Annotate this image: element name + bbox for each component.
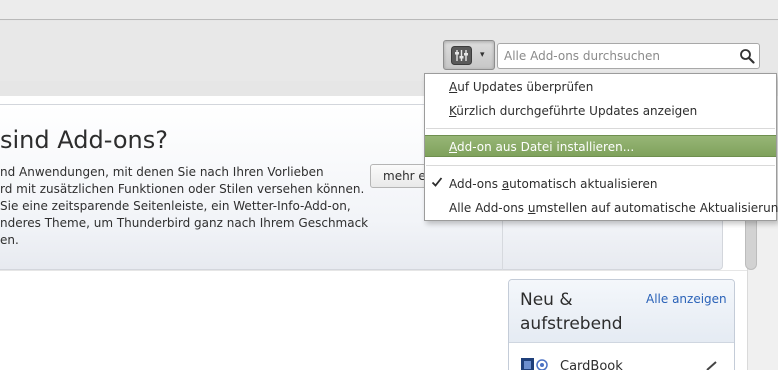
addon-tools-button[interactable]: ▾ bbox=[443, 40, 495, 70]
menu-item-auto-update[interactable]: Add-ons automatisch aktualisieren bbox=[425, 173, 776, 195]
menu-item-label: Kürzlich durchgeführte Updates anzeigen bbox=[449, 104, 698, 118]
chevron-down-icon: ▾ bbox=[480, 50, 485, 60]
addon-tools-gear-icon bbox=[451, 46, 472, 65]
hero-text-line: rd mit zusätzlichen Funktionen oder Stil… bbox=[0, 182, 365, 196]
window-top-band bbox=[0, 0, 778, 20]
hero-text-line: Sie eine zeitsparende Seitenleiste, ein … bbox=[0, 199, 351, 213]
menu-item-recent-updates[interactable]: Kürzlich durchgeführte Updates anzeigen bbox=[425, 100, 776, 122]
search-icon[interactable] bbox=[739, 48, 755, 64]
hero-title: sind Add-ons? bbox=[0, 126, 168, 154]
menu-item-install-from-file[interactable]: Add-on aus Datei installieren... bbox=[425, 135, 776, 157]
menu-item-label: Alle Add-ons umstellen auf automatische … bbox=[449, 201, 778, 215]
hero-text-line: nd Anwendungen, mit denen Sie nach Ihren… bbox=[0, 165, 324, 179]
menu-item-check-updates[interactable]: Auf Updates überprüfen bbox=[425, 76, 776, 98]
addons-search-box[interactable] bbox=[497, 43, 760, 69]
hero-text-line: nderes Theme, um Thunderbird ganz nach I… bbox=[0, 216, 369, 230]
section-divider bbox=[0, 270, 747, 271]
menu-item-label: Add-ons automatisch aktualisieren bbox=[449, 177, 658, 191]
search-input[interactable] bbox=[504, 47, 732, 65]
menu-item-reset-all-auto-update[interactable]: Alle Add-ons umstellen auf automatische … bbox=[425, 197, 778, 219]
cardbook-addon-icon bbox=[521, 358, 548, 370]
see-all-link[interactable]: Alle anzeigen bbox=[646, 292, 727, 306]
pencil-icon bbox=[706, 361, 717, 370]
menu-separator bbox=[426, 165, 775, 166]
menu-item-label: Auf Updates überprüfen bbox=[449, 80, 594, 94]
menu-separator bbox=[426, 128, 775, 129]
hero-text-line: en. bbox=[0, 233, 19, 247]
card-title: Neu & aufstrebend bbox=[520, 290, 623, 334]
addon-item-name[interactable]: CardBook bbox=[560, 359, 623, 370]
menu-item-label: Add-on aus Datei installieren... bbox=[449, 140, 635, 154]
